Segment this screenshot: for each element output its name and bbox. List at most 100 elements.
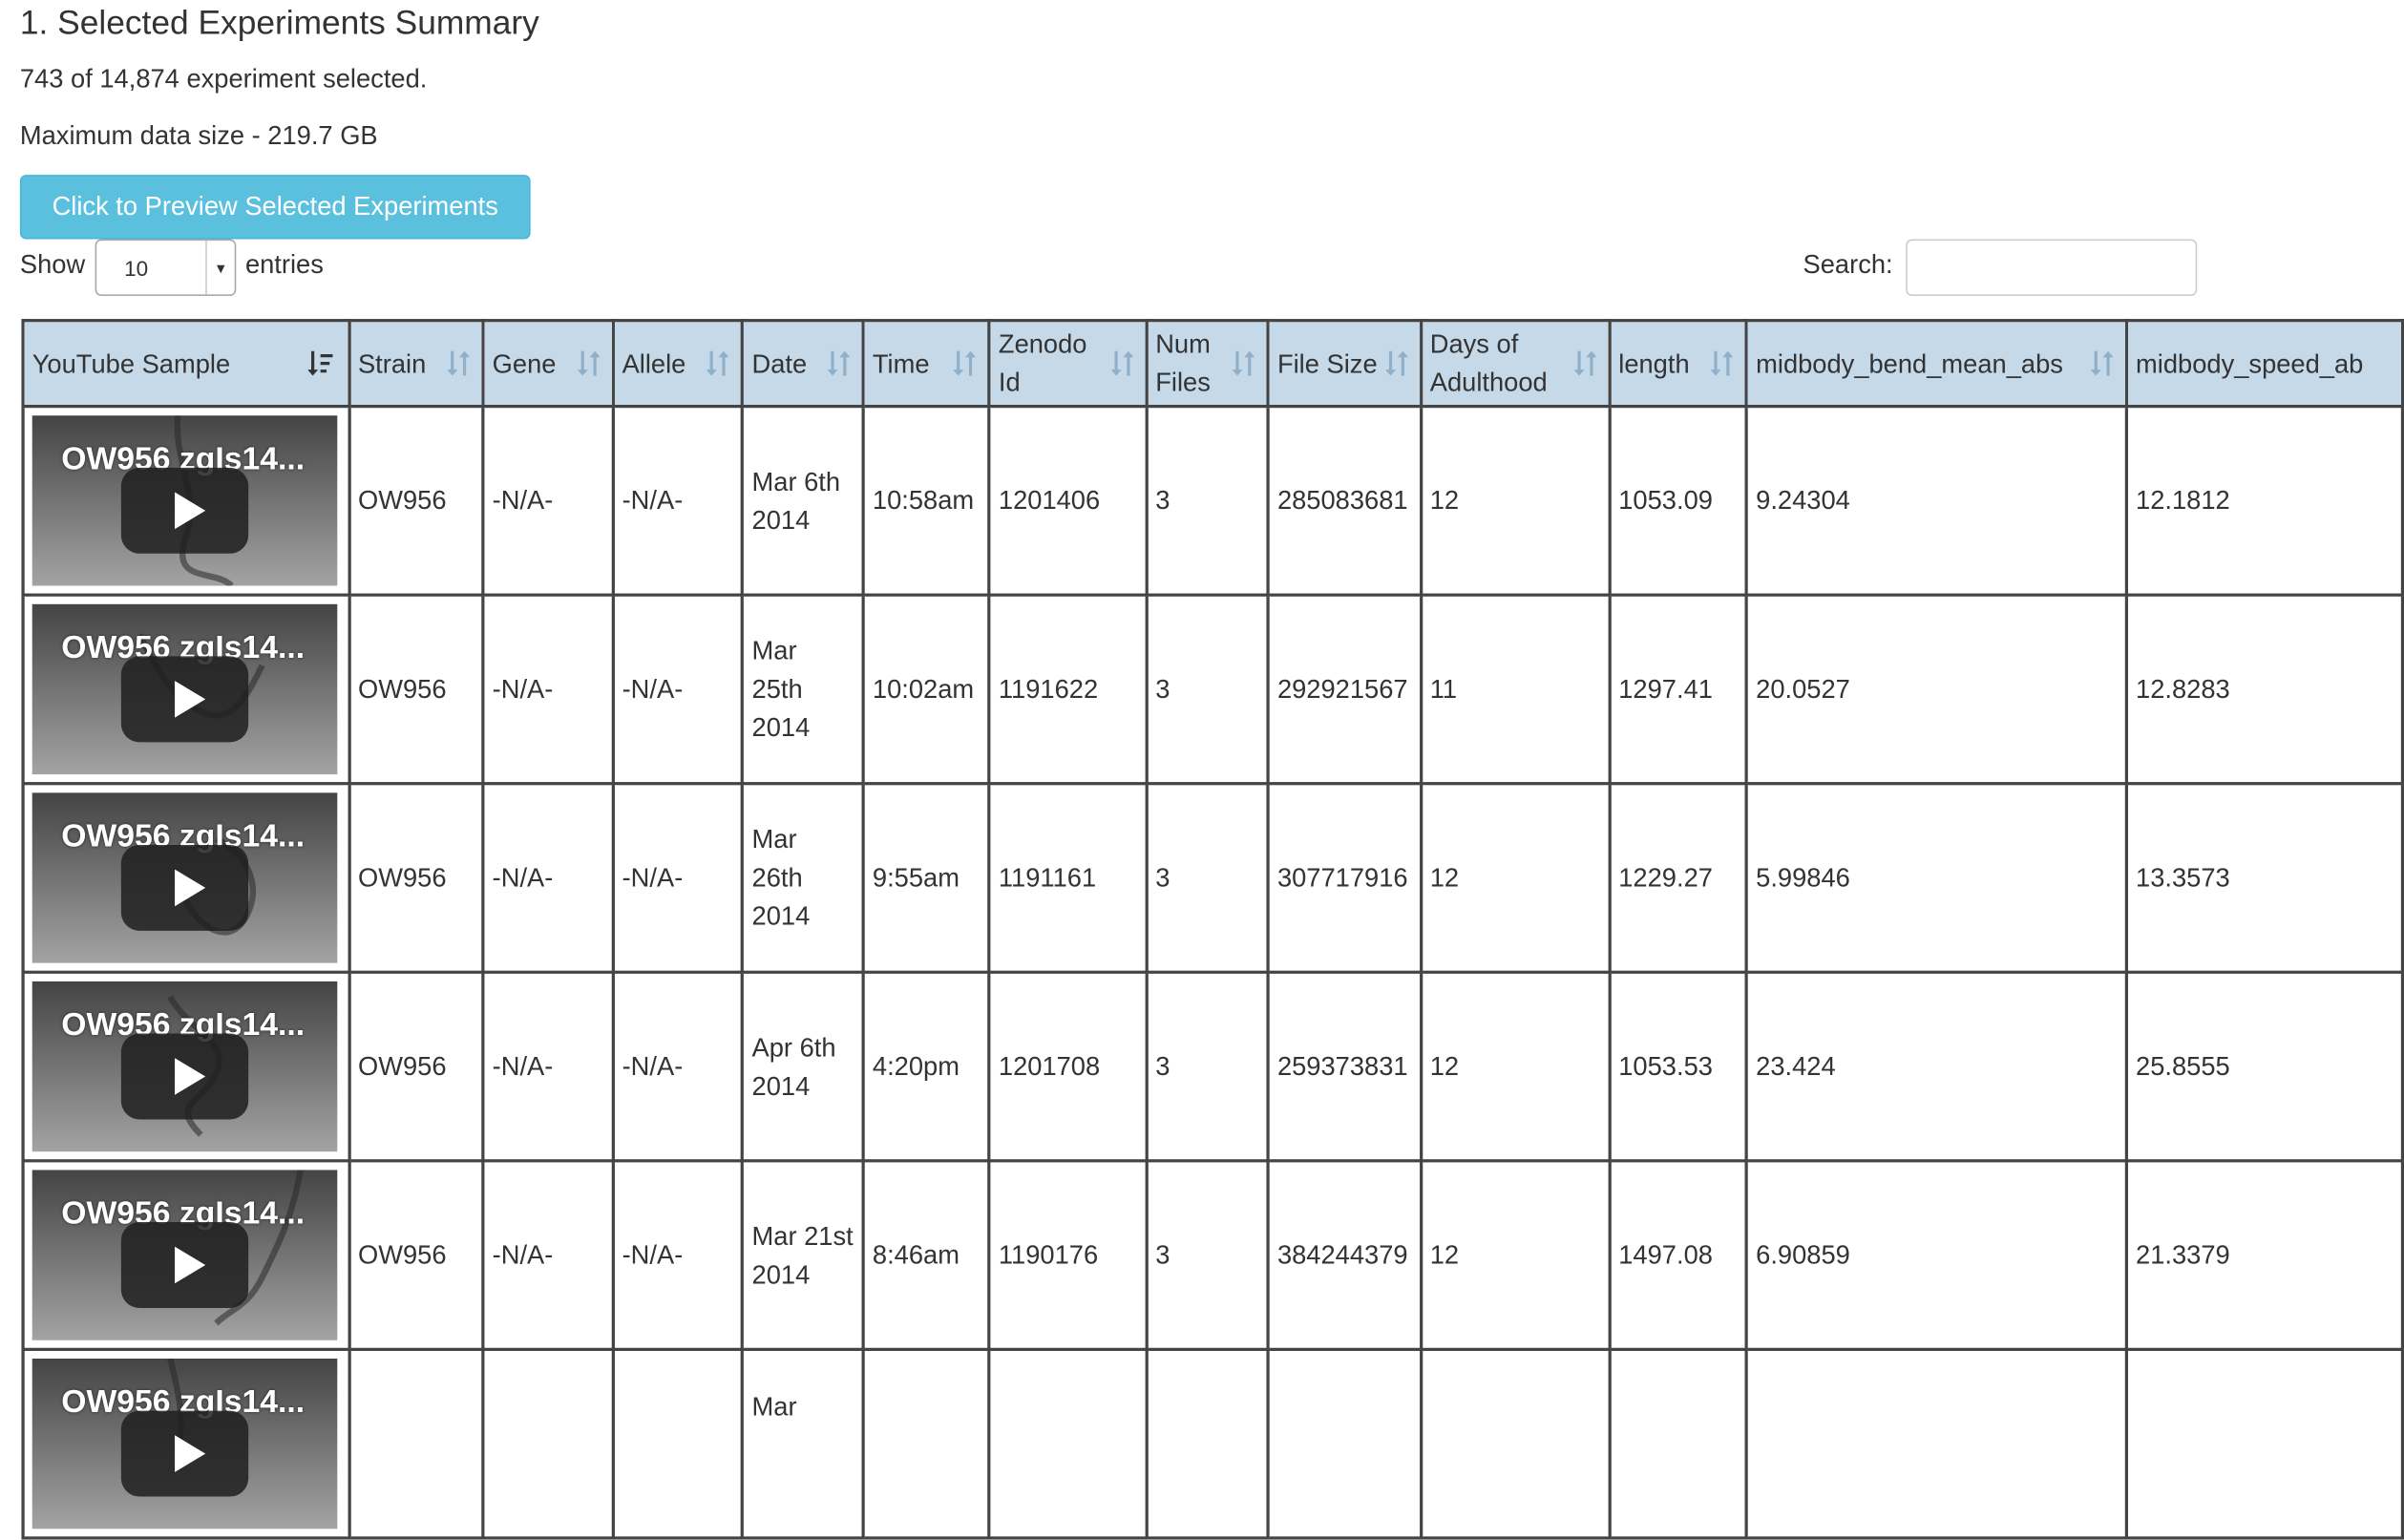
table-row[interactable]: OW956 zgIs14... OW956 -N/A- -N/A- Mar 6th 20… (21, 405, 2404, 597)
sort-both-icon (706, 350, 729, 376)
gene-cell: -N/A- (481, 593, 615, 786)
length-cell: 1053.53 (1608, 970, 1749, 1163)
youtube-thumbnail[interactable]: OW956 zgIs14... (32, 792, 338, 963)
column-header-label: Num Files (1155, 329, 1211, 397)
column-header-label: Days of Adulthood (1429, 329, 1548, 397)
time-cell: 10:58am (861, 405, 991, 597)
video-cell: OW956 zgIs14... (21, 593, 350, 786)
search-input[interactable] (1906, 239, 2198, 296)
column-header-num-files[interactable]: Num Files (1144, 319, 1270, 409)
num-files-cell (1144, 1347, 1270, 1540)
strain-cell: OW956 (347, 593, 485, 786)
play-icon[interactable] (120, 467, 249, 554)
column-header-youtube-sample[interactable]: YouTube Sample (21, 319, 350, 409)
sort-both-icon (1110, 350, 1133, 376)
video-cell: OW956 zgIs14... (21, 405, 350, 597)
speed-cell (2124, 1347, 2404, 1540)
column-header-label: length (1618, 348, 1690, 378)
column-header-label: midbody_bend_mean_abs (1756, 348, 2063, 378)
time-cell: 10:02am (861, 593, 991, 786)
column-header-label: Time (872, 348, 930, 378)
zenodo-id-cell: 1191622 (987, 593, 1149, 786)
sort-both-icon (1385, 350, 1407, 376)
gene-cell: -N/A- (481, 970, 615, 1163)
strain-cell: OW956 (347, 970, 485, 1163)
page-title: 1. Selected Experiments Summary (19, 3, 539, 42)
zenodo-id-cell: 1201708 (987, 970, 1149, 1163)
video-cell: OW956 zgIs14... (21, 1159, 350, 1351)
file-size-cell: 285083681 (1266, 405, 1423, 597)
speed-cell: 25.8555 (2124, 970, 2404, 1163)
gene-cell: -N/A- (481, 405, 615, 597)
gene-cell: -N/A- (481, 1159, 615, 1351)
column-header-length[interactable]: length (1608, 319, 1749, 409)
video-cell: OW956 zgIs14... (21, 970, 350, 1163)
table-row[interactable]: OW956 zgIs14... OW956 -N/A- -N/A- Mar 21st 2… (21, 1159, 2404, 1351)
zenodo-id-cell: 1201406 (987, 405, 1149, 597)
play-icon[interactable] (120, 1033, 249, 1120)
column-header-date[interactable]: Date (741, 319, 865, 409)
youtube-thumbnail[interactable]: OW956 zgIs14... (32, 1359, 338, 1529)
sort-both-icon (954, 350, 976, 376)
column-header-midbody-speed[interactable]: midbody_speed_ab (2124, 319, 2404, 409)
days-cell: 11 (1419, 593, 1612, 786)
days-cell: 12 (1419, 1159, 1612, 1351)
youtube-thumbnail[interactable]: OW956 zgIs14... (32, 1170, 338, 1340)
play-icon[interactable] (120, 844, 249, 931)
speed-cell: 13.3573 (2124, 782, 2404, 974)
sort-both-icon (1573, 350, 1596, 376)
bend-cell: 9.24304 (1744, 405, 2129, 597)
column-header-strain[interactable]: Strain (347, 319, 485, 409)
num-files-cell: 3 (1144, 405, 1270, 597)
column-header-days-of-adulthood[interactable]: Days of Adulthood (1419, 319, 1612, 409)
bend-cell (1744, 1347, 2129, 1540)
bend-cell: 23.424 (1744, 970, 2129, 1163)
speed-cell: 12.1812 (2124, 405, 2404, 597)
column-header-allele[interactable]: Allele (611, 319, 745, 409)
sort-both-icon (1711, 350, 1734, 376)
time-cell: 4:20pm (861, 970, 991, 1163)
column-header-gene[interactable]: Gene (481, 319, 615, 409)
date-cell: Mar 21st 2014 (741, 1159, 865, 1351)
table-row[interactable]: OW956 zgIs14... OW956 -N/A- -N/A- Mar 26th 2… (21, 782, 2404, 974)
date-cell: Mar 26th 2014 (741, 782, 865, 974)
bend-cell: 5.99846 (1744, 782, 2129, 974)
column-header-label: midbody_speed_ab (2136, 348, 2364, 378)
column-header-label: Zenodo Id (998, 329, 1087, 397)
youtube-thumbnail[interactable]: OW956 zgIs14... (32, 603, 338, 775)
column-header-label: Date (751, 348, 808, 378)
column-header-midbody-bend-mean-abs[interactable]: midbody_bend_mean_abs (1744, 319, 2129, 409)
zenodo-id-cell: 1190176 (987, 1159, 1149, 1351)
table-row[interactable]: OW956 zgIs14... OW956 -N/A- -N/A- Apr 6th 20… (21, 970, 2404, 1163)
play-icon[interactable] (120, 1410, 249, 1497)
strain-cell (347, 1347, 485, 1540)
play-icon[interactable] (120, 1222, 249, 1309)
gene-cell: -N/A- (481, 782, 615, 974)
days-cell (1419, 1347, 1612, 1540)
youtube-thumbnail[interactable]: OW956 zgIs14... (32, 415, 338, 586)
column-header-label: YouTube Sample (32, 348, 231, 378)
column-header-file-size[interactable]: File Size (1266, 319, 1423, 409)
column-header-label: Gene (492, 348, 557, 378)
youtube-thumbnail[interactable]: OW956 zgIs14... (32, 981, 338, 1152)
experiments-table: YouTube Sample Strain Gene Allele Date Time Ze… (21, 319, 2404, 1540)
strain-cell: OW956 (347, 405, 485, 597)
gene-cell (481, 1347, 615, 1540)
table-row[interactable]: OW956 zgIs14... Mar (21, 1347, 2404, 1540)
column-header-label: Strain (357, 348, 427, 378)
days-cell: 12 (1419, 405, 1612, 597)
length-cell: 1497.08 (1608, 1159, 1749, 1351)
max-data-size-text: Maximum data size - 219.7 GB (19, 120, 378, 151)
entries-select[interactable]: 10 ▼ (95, 239, 237, 296)
sort-both-icon (448, 350, 470, 376)
column-header-zenodo-id[interactable]: Zenodo Id (987, 319, 1149, 409)
entries-label: entries (244, 249, 324, 280)
table-row[interactable]: OW956 zgIs14... OW956 -N/A- -N/A- Mar 25th 2… (21, 593, 2404, 786)
num-files-cell: 3 (1144, 1159, 1270, 1351)
zenodo-id-cell (987, 1347, 1149, 1540)
strain-cell: OW956 (347, 1159, 485, 1351)
play-icon[interactable] (120, 656, 249, 743)
column-header-time[interactable]: Time (861, 319, 991, 409)
search-label: Search: (1803, 249, 1893, 280)
preview-selected-button[interactable]: Click to Preview Selected Experiments (19, 175, 531, 240)
